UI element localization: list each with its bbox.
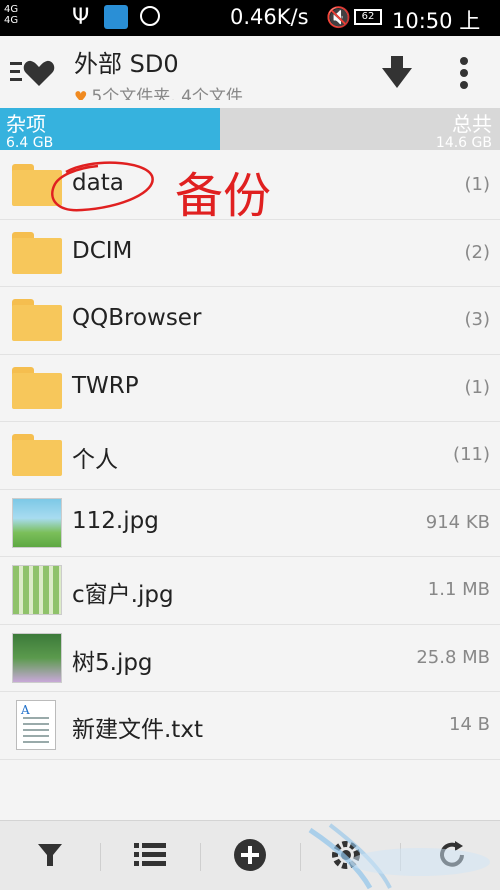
folder-icon: [12, 228, 62, 278]
item-count: (3): [464, 309, 491, 330]
storage-total-label: 总共: [452, 112, 492, 136]
file-name: 个人: [72, 447, 118, 473]
list-view-icon[interactable]: [130, 835, 170, 875]
add-icon[interactable]: [230, 835, 270, 875]
folder-icon: [12, 430, 62, 480]
folder-summary: ♥ 5个文件夹, 4个文件: [74, 82, 243, 100]
divider: [400, 843, 401, 871]
network-speed: 0.46K/s: [230, 5, 309, 29]
file-name: QQBrowser: [72, 305, 202, 331]
folder-icon: [12, 363, 62, 413]
bottom-toolbar: [0, 820, 500, 890]
app-notification-icon: [104, 5, 128, 29]
file-row[interactable]: A 新建文件.txt 14 B: [0, 692, 500, 760]
file-size: 14 B: [449, 714, 490, 735]
file-name: 新建文件.txt: [72, 717, 203, 743]
item-count: (1): [464, 174, 491, 195]
mute-icon: 🔇: [326, 5, 351, 29]
storage-usage-bar: 杂项 6.4 GB 总共 14.6 GB: [0, 108, 500, 150]
file-size: 25.8 MB: [416, 646, 490, 668]
heart-icon: ♥: [74, 88, 88, 100]
item-count: (11): [453, 444, 490, 465]
divider: [300, 843, 301, 871]
settings-icon[interactable]: [326, 835, 366, 875]
menu-heart-icon[interactable]: [10, 58, 56, 88]
file-row[interactable]: TWRP (1): [0, 355, 500, 422]
file-name: DCIM: [72, 237, 133, 264]
file-row[interactable]: c窗户.jpg 1.1 MB: [0, 557, 500, 625]
divider: [200, 843, 201, 871]
divider: [100, 843, 101, 871]
signal-top: 4G: [4, 4, 19, 15]
image-thumbnail: [12, 632, 62, 683]
text-file-icon: A: [16, 700, 56, 750]
file-name: c窗户.jpg: [72, 582, 174, 608]
file-row[interactable]: 个人 (11): [0, 422, 500, 490]
item-count: (2): [464, 241, 491, 263]
storage-used-label: 杂项: [6, 112, 46, 136]
usb-icon: Ψ: [72, 5, 90, 30]
file-row[interactable]: 112.jpg 914 KB: [0, 490, 500, 557]
folder-summary-text: 5个文件夹, 4个文件: [91, 87, 243, 100]
file-name: 树5.jpg: [72, 649, 153, 676]
refresh-icon[interactable]: [432, 835, 472, 875]
file-name: TWRP: [72, 372, 139, 399]
page-title: 外部 SD0: [74, 50, 179, 78]
folder-icon: [12, 160, 62, 210]
item-count: (1): [464, 376, 491, 398]
file-row[interactable]: data (1): [0, 152, 500, 220]
image-thumbnail: [12, 565, 62, 615]
file-size: 1.1 MB: [427, 579, 490, 600]
battery-level: 62: [354, 9, 382, 25]
app-header: 外部 SD0 ♥ 5个文件夹, 4个文件: [0, 36, 500, 108]
file-name: 112.jpg: [72, 507, 159, 534]
status-bar: 4G 4G Ψ 0.46K/s 🔇 62 10:50 上午: [0, 0, 500, 63]
signal-bottom: 4G: [4, 15, 19, 26]
file-row[interactable]: QQBrowser (3): [0, 287, 500, 355]
download-icon[interactable]: [380, 54, 414, 90]
file-row[interactable]: 树5.jpg 25.8 MB: [0, 625, 500, 692]
storage-used-size: 6.4 GB: [6, 136, 54, 150]
more-options-icon[interactable]: [452, 56, 476, 90]
file-name: data: [72, 170, 124, 196]
image-thumbnail: [12, 497, 62, 548]
folder-icon: [12, 295, 62, 345]
storage-total-size: 14.6 GB: [435, 136, 492, 150]
filter-icon[interactable]: [30, 835, 70, 875]
sync-icon: [140, 6, 160, 26]
file-size: 914 KB: [425, 511, 490, 533]
signal-indicator: 4G 4G: [4, 4, 18, 26]
file-list: data (1) DCIM (2) QQBrowser (3) TWRP (1) 个人 (11) 1…: [0, 152, 500, 760]
file-row[interactable]: DCIM (2): [0, 220, 500, 287]
